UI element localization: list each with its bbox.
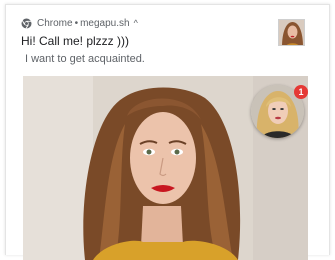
notification-count-badge: 1 — [294, 85, 308, 99]
notification-source: megapu.sh — [80, 17, 130, 29]
notification-card[interactable]: Chrome • megapu.sh ^ Hi! Call me! plzzz … — [5, 4, 330, 260]
notification-body: I want to get acquainted. — [25, 53, 145, 65]
notification-thumbnail — [278, 19, 305, 46]
chrome-icon — [21, 18, 32, 29]
header-separator: • — [74, 17, 79, 29]
app-name: Chrome — [37, 17, 73, 29]
chevron-up-icon[interactable]: ^ — [134, 18, 138, 28]
notification-header: Chrome • megapu.sh ^ — [21, 16, 138, 30]
notification-title: Hi! Call me! plzzz ))) — [21, 34, 130, 48]
